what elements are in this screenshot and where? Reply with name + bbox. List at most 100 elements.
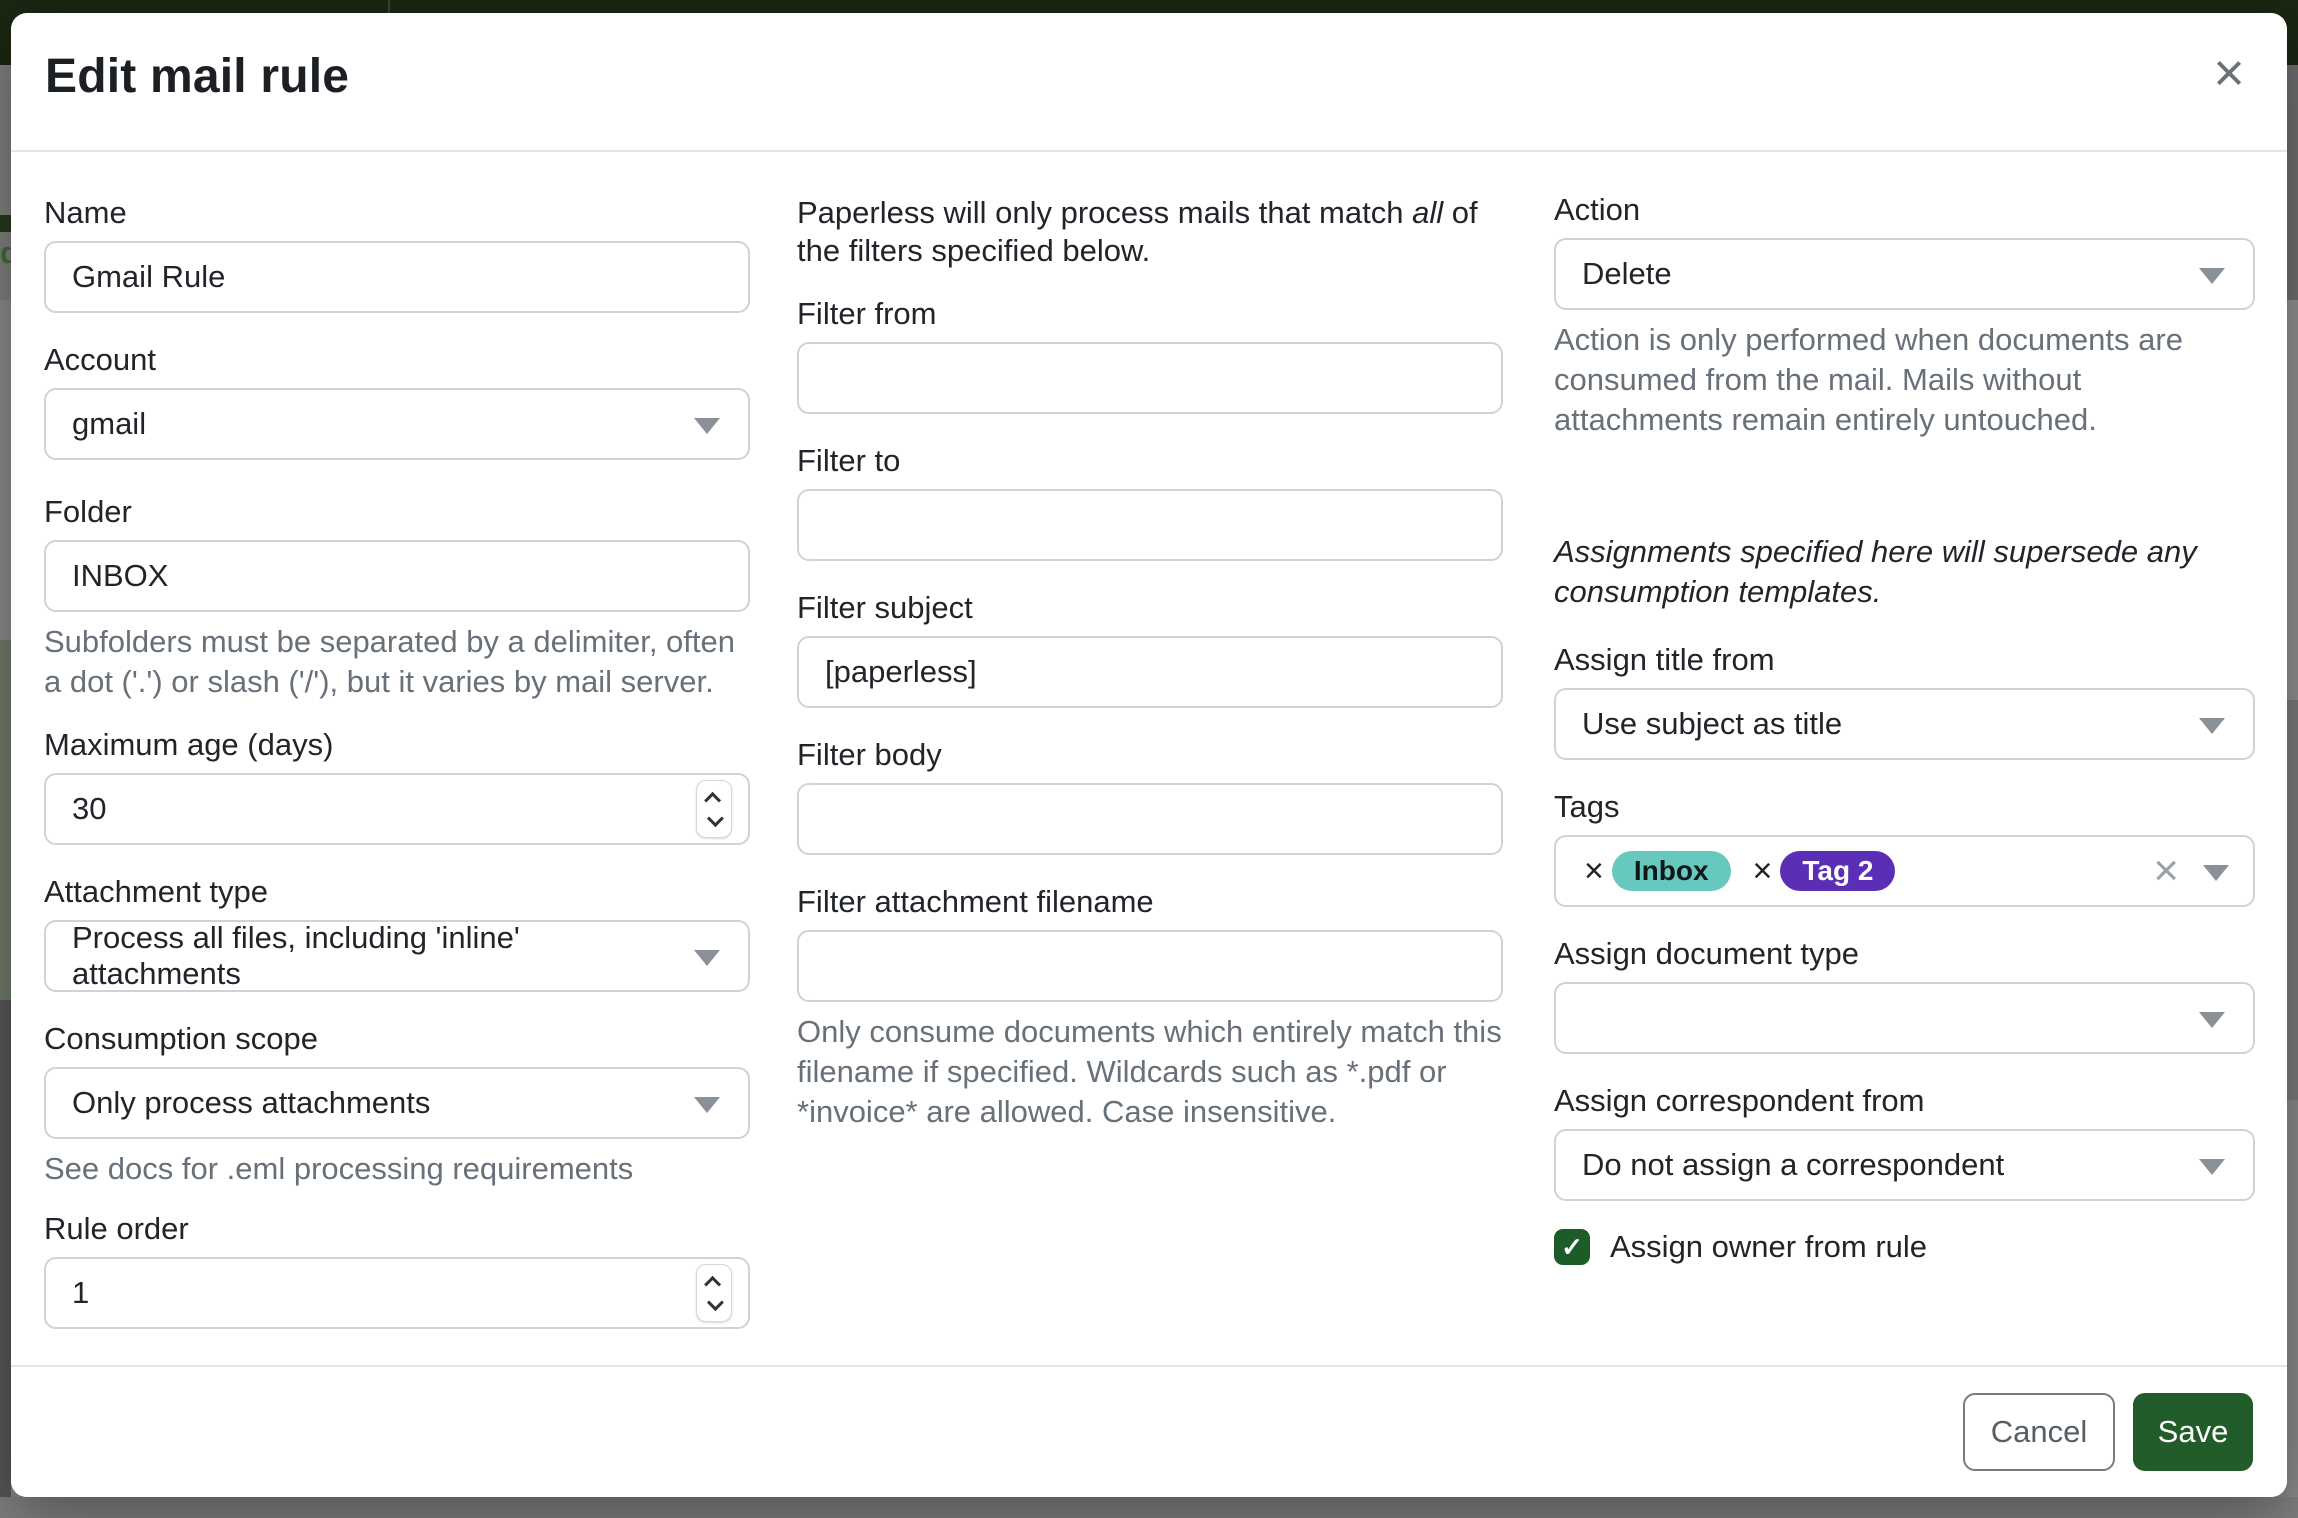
remove-tag-icon[interactable]: × <box>1576 854 1612 888</box>
account-value: gmail <box>72 406 146 442</box>
tags-select[interactable]: × Inbox × Tag 2 × <box>1554 835 2255 907</box>
folder-label: Folder <box>44 494 750 530</box>
field-assign-correspondent-from: Assign correspondent from Do not assign … <box>1554 1083 2255 1201</box>
assign-document-type-label: Assign document type <box>1554 936 2255 972</box>
chevron-down-icon[interactable] <box>2199 268 2225 284</box>
clear-tags-icon[interactable]: × <box>2153 849 2179 893</box>
filter-body-label: Filter body <box>797 737 1503 773</box>
chevron-down-icon[interactable] <box>694 418 720 434</box>
background-partial-text: d <box>0 235 11 271</box>
field-rule-order: Rule order <box>44 1211 750 1329</box>
filter-attachment-filename-input[interactable] <box>799 932 1501 1000</box>
field-attachment-type: Attachment type Process all files, inclu… <box>44 874 750 992</box>
tags-label: Tags <box>1554 789 2255 825</box>
consumption-scope-help: See docs for .eml processing requirement… <box>44 1149 750 1189</box>
background-right-edge <box>2287 65 2298 1518</box>
filter-subject-input[interactable] <box>799 638 1501 706</box>
field-filter-subject: Filter subject <box>797 590 1503 708</box>
edit-mail-rule-dialog: Edit mail rule × Name Account gmail Fold… <box>11 13 2287 1497</box>
rule-order-label: Rule order <box>44 1211 750 1247</box>
action-select[interactable]: Delete <box>1554 238 2255 310</box>
rule-order-input[interactable] <box>46 1259 748 1327</box>
field-filter-body: Filter body <box>797 737 1503 855</box>
filter-subject-label: Filter subject <box>797 590 1503 626</box>
filters-intro: Paperless will only process mails that m… <box>797 194 1503 270</box>
field-assign-title-from: Assign title from Use subject as title <box>1554 642 2255 760</box>
field-filter-to: Filter to <box>797 443 1503 561</box>
assign-title-from-label: Assign title from <box>1554 642 2255 678</box>
chevron-down-icon[interactable] <box>2199 1012 2225 1028</box>
tag-chip[interactable]: Tag 2 <box>1780 851 1895 891</box>
remove-tag-icon[interactable]: × <box>1745 854 1781 888</box>
filter-to-input[interactable] <box>799 491 1501 559</box>
chevron-down-icon[interactable] <box>2199 1159 2225 1175</box>
filter-body-input[interactable] <box>799 785 1501 853</box>
dialog-title: Edit mail rule <box>45 49 349 104</box>
filter-attachment-filename-help: Only consume documents which entirely ma… <box>797 1012 1503 1132</box>
stepper-down-icon[interactable] <box>707 1294 724 1311</box>
name-input[interactable] <box>46 243 748 311</box>
background-navbar-divider <box>388 0 390 14</box>
dialog-footer: Cancel Save <box>11 1365 2287 1497</box>
field-consumption-scope: Consumption scope Only process attachmen… <box>44 1021 750 1189</box>
assign-owner-row: ✓ Assign owner from rule <box>1554 1229 2255 1265</box>
account-select[interactable]: gmail <box>44 388 750 460</box>
filter-from-input[interactable] <box>799 344 1501 412</box>
stepper-up-icon[interactable] <box>704 791 721 808</box>
assignments-note: Assignments specified here will supersed… <box>1554 532 2255 612</box>
chevron-down-icon[interactable] <box>694 1097 720 1113</box>
assign-owner-label: Assign owner from rule <box>1610 1229 1927 1265</box>
field-name: Name <box>44 195 750 313</box>
save-button[interactable]: Save <box>2133 1393 2253 1471</box>
assign-correspondent-from-select[interactable]: Do not assign a correspondent <box>1554 1129 2255 1201</box>
folder-input[interactable] <box>46 542 748 610</box>
max-age-input[interactable] <box>46 775 748 843</box>
column-actions: Action Delete Action is only performed w… <box>1554 152 2255 1265</box>
stepper-up-icon[interactable] <box>704 1275 721 1292</box>
tag-chip[interactable]: Inbox <box>1612 851 1731 891</box>
field-max-age: Maximum age (days) <box>44 727 750 845</box>
column-general: Name Account gmail Folder Subfolders mus… <box>44 152 750 1358</box>
consumption-scope-select[interactable]: Only process attachments <box>44 1067 750 1139</box>
action-help: Action is only performed when documents … <box>1554 320 2255 440</box>
filter-to-label: Filter to <box>797 443 1503 479</box>
dialog-header: Edit mail rule × <box>11 13 2287 150</box>
field-filter-from: Filter from <box>797 296 1503 414</box>
folder-help: Subfolders must be separated by a delimi… <box>44 622 750 702</box>
background-bottom-edge <box>0 1497 2298 1518</box>
field-tags: Tags × Inbox × Tag 2 × <box>1554 789 2255 907</box>
attachment-type-label: Attachment type <box>44 874 750 910</box>
number-stepper[interactable] <box>696 1264 732 1322</box>
chevron-down-icon[interactable] <box>2199 718 2225 734</box>
attachment-type-select[interactable]: Process all files, including 'inline' at… <box>44 920 750 992</box>
field-assign-document-type: Assign document type <box>1554 936 2255 1054</box>
filter-attachment-filename-label: Filter attachment filename <box>797 884 1503 920</box>
field-action: Action Delete Action is only performed w… <box>1554 192 2255 440</box>
stepper-down-icon[interactable] <box>707 810 724 827</box>
assign-title-from-select[interactable]: Use subject as title <box>1554 688 2255 760</box>
field-filter-attachment-filename: Filter attachment filename Only consume … <box>797 884 1503 1132</box>
assign-title-from-value: Use subject as title <box>1582 706 1842 742</box>
assign-owner-checkbox[interactable]: ✓ <box>1554 1229 1590 1265</box>
cancel-button[interactable]: Cancel <box>1963 1393 2115 1471</box>
assign-correspondent-from-label: Assign correspondent from <box>1554 1083 2255 1119</box>
attachment-type-value: Process all files, including 'inline' at… <box>72 920 678 992</box>
name-label: Name <box>44 195 750 231</box>
chevron-down-icon[interactable] <box>694 950 720 966</box>
assign-correspondent-from-value: Do not assign a correspondent <box>1582 1147 2004 1183</box>
assign-document-type-select[interactable] <box>1554 982 2255 1054</box>
action-label: Action <box>1554 192 2255 228</box>
number-stepper[interactable] <box>696 780 732 838</box>
close-icon[interactable]: × <box>2197 41 2261 105</box>
consumption-scope-value: Only process attachments <box>72 1085 430 1121</box>
field-account: Account gmail <box>44 342 750 460</box>
filter-from-label: Filter from <box>797 296 1503 332</box>
column-filters: Paperless will only process mails that m… <box>797 152 1503 1161</box>
field-folder: Folder Subfolders must be separated by a… <box>44 494 750 702</box>
account-label: Account <box>44 342 750 378</box>
chevron-down-icon[interactable] <box>2203 865 2229 881</box>
action-value: Delete <box>1582 256 1672 292</box>
max-age-label: Maximum age (days) <box>44 727 750 763</box>
background-left-edge: d <box>0 65 11 1518</box>
consumption-scope-label: Consumption scope <box>44 1021 750 1057</box>
